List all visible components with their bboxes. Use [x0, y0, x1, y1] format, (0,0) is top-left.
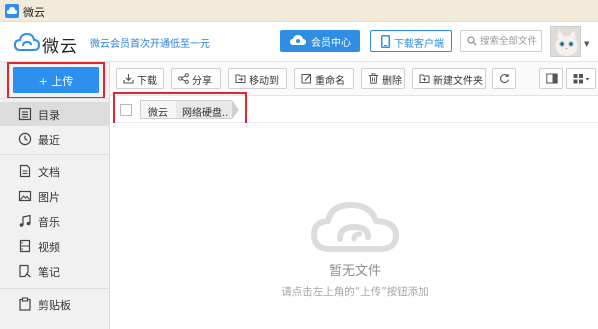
sidebar-item-label: 文档	[38, 166, 60, 179]
cat-avatar-icon	[551, 27, 580, 56]
select-all-checkbox[interactable]	[120, 104, 132, 116]
sidebar-item-label: 目录	[38, 109, 60, 122]
breadcrumb-root-label: 微云	[148, 108, 168, 119]
toolbar: 下载 分享 移动到 重命名 删除 新建文件夹	[110, 62, 598, 96]
logo-text: 微云	[42, 37, 78, 57]
breadcrumb-end-arrow	[232, 100, 239, 119]
download-icon	[123, 74, 134, 84]
sidebar-item-label: 剪贴板	[38, 299, 71, 312]
document-icon	[19, 164, 31, 178]
trash-icon	[369, 73, 378, 84]
music-icon	[19, 214, 31, 227]
breadcrumb-root[interactable]: 微云	[140, 100, 176, 119]
delete-button[interactable]: 删除	[361, 68, 405, 89]
divider	[0, 98, 109, 99]
search-box[interactable]	[460, 30, 542, 52]
pane-toggle-icon	[546, 73, 558, 84]
sidebar-item-videos[interactable]: 视频	[0, 234, 109, 258]
divider	[0, 154, 109, 155]
upload-button-label: + 上传	[38, 75, 74, 88]
clipboard-icon	[19, 297, 31, 311]
phone-icon	[381, 35, 390, 48]
new-folder-button[interactable]: 新建文件夹	[412, 68, 486, 89]
app-icon	[5, 4, 19, 18]
rename-label: 重命名	[315, 76, 345, 87]
move-to-label: 移动到	[249, 76, 279, 87]
divider	[0, 288, 109, 289]
download-label: 下载	[137, 76, 157, 87]
list-icon	[18, 107, 32, 121]
delete-label: 删除	[382, 76, 402, 87]
upload-button[interactable]: + 上传	[13, 67, 99, 93]
window-title: 微云	[23, 6, 45, 19]
share-button[interactable]: 分享	[171, 68, 221, 89]
empty-state-title: 暂无文件	[328, 264, 381, 279]
note-icon	[19, 264, 31, 278]
image-icon	[18, 190, 32, 202]
breadcrumb-current[interactable]: 网络硬盘..	[176, 100, 232, 119]
sidebar-item-label: 笔记	[38, 266, 60, 279]
new-folder-label: 新建文件夹	[433, 76, 483, 87]
download-client-label: 下载客户端	[394, 39, 444, 50]
title-bar: 微云	[0, 0, 598, 22]
vip-center-button[interactable]: 会员中心	[280, 30, 360, 52]
sidebar-item-recent[interactable]: 最近	[0, 127, 109, 151]
empty-cloud-icon	[311, 202, 399, 252]
move-folder-icon	[235, 74, 246, 83]
search-input[interactable]	[480, 34, 540, 48]
sidebar-item-label: 图片	[38, 191, 60, 204]
file-list-area: 暂无文件 请点击左上角的“上传”按钮添加	[110, 123, 598, 329]
cloud-icon	[290, 35, 306, 45]
rename-button[interactable]: 重命名	[294, 68, 354, 89]
sidebar: + 上传 目录 最近 文档 图片 音乐 视频 笔记 剪贴板	[0, 62, 110, 329]
empty-state-hint: 请点击左上角的“上传”按钮添加	[281, 286, 429, 298]
move-to-button[interactable]: 移动到	[228, 68, 287, 89]
vip-center-label: 会员中心	[311, 38, 351, 49]
sidebar-item-label: 音乐	[38, 216, 60, 229]
account-dropdown-icon[interactable]: ▼	[584, 40, 589, 48]
sidebar-item-label: 最近	[38, 134, 60, 147]
new-folder-icon	[419, 74, 430, 83]
clock-icon	[18, 132, 32, 146]
search-icon	[467, 36, 477, 46]
sidebar-item-label: 视频	[38, 241, 60, 254]
share-icon	[178, 73, 189, 84]
header: 微云 微云会员首次开通低至一元 会员中心 下载客户端 搜索全部文件 ▼	[0, 22, 598, 62]
sidebar-item-directory[interactable]: 目录	[0, 102, 109, 126]
preview-pane-button[interactable]	[539, 68, 563, 89]
grid-view-icon	[573, 74, 590, 84]
weiyun-logo-icon[interactable]	[14, 31, 40, 53]
sidebar-item-music[interactable]: 音乐	[0, 209, 109, 233]
edit-icon	[301, 73, 312, 84]
breadcrumb: 微云 网络硬盘..	[110, 96, 598, 123]
refresh-icon	[500, 74, 509, 84]
breadcrumb-current-label: 网络硬盘..	[182, 108, 229, 119]
vip-promo-link[interactable]: 微云会员首次开通低至一元	[90, 35, 210, 50]
sidebar-item-documents[interactable]: 文档	[0, 159, 109, 183]
download-button[interactable]: 下载	[116, 68, 164, 89]
sidebar-item-clipboard[interactable]: 剪贴板	[0, 292, 109, 316]
sidebar-item-images[interactable]: 图片	[0, 184, 109, 208]
sidebar-item-notes[interactable]: 笔记	[0, 259, 109, 283]
view-mode-button[interactable]	[566, 68, 596, 89]
video-icon	[19, 239, 31, 253]
download-client-button[interactable]: 下载客户端	[370, 30, 452, 52]
avatar[interactable]	[550, 26, 581, 57]
refresh-button[interactable]	[492, 68, 516, 89]
share-label: 分享	[192, 76, 212, 87]
